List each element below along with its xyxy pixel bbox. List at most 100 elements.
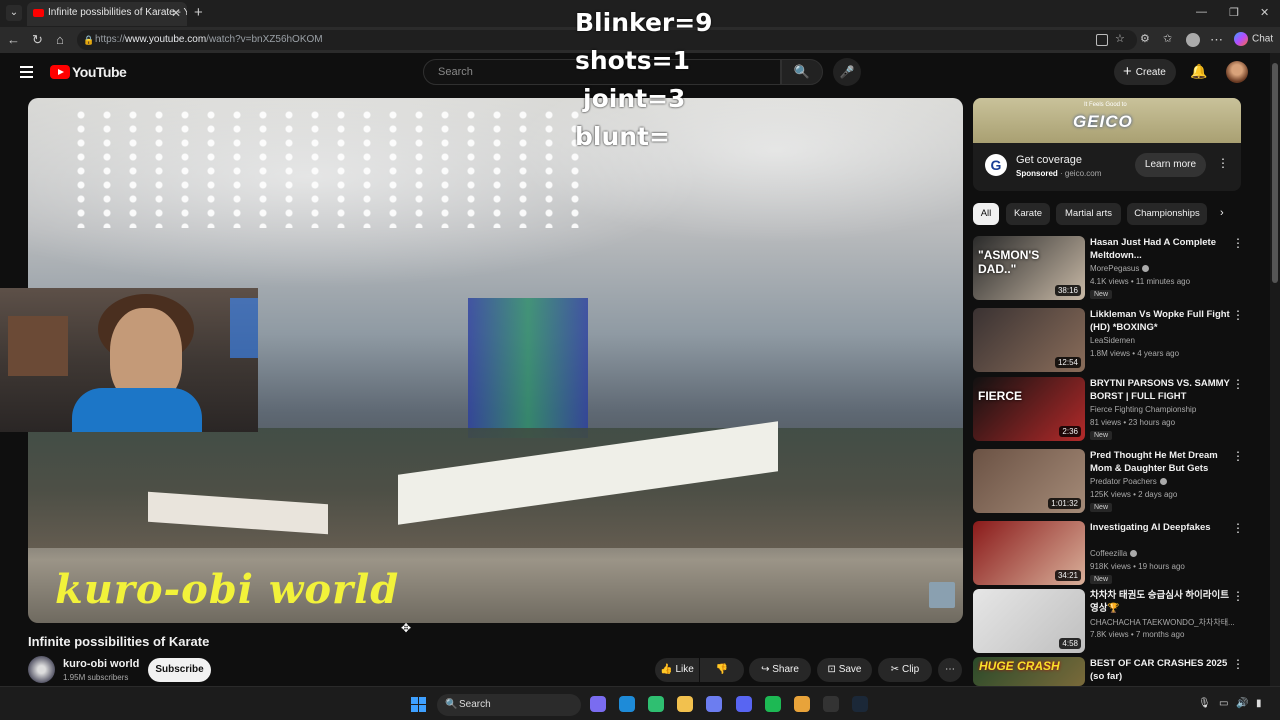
recommendation-title[interactable]: Hasan Just Had A Complete Meltdown... [1090, 236, 1230, 262]
recommendation-channel[interactable]: Predator Poachers [1090, 477, 1167, 486]
more-options-icon[interactable]: ⋮ [1232, 236, 1244, 250]
share-button[interactable]: ↪ Share [749, 658, 811, 682]
extensions-icon[interactable]: ⚙ [1140, 32, 1150, 45]
close-window-icon[interactable]: ✕ [1260, 6, 1269, 19]
chip-all[interactable]: All [973, 203, 999, 225]
minimize-icon[interactable]: — [1196, 6, 1207, 18]
mic-tray-icon[interactable]: 🎙 [1198, 698, 1211, 709]
chip-championships[interactable]: Championships [1127, 203, 1207, 225]
spotify-icon[interactable] [765, 696, 781, 712]
ad-card[interactable]: It Feels Good to GEICO G Get coverage Sp… [973, 98, 1241, 191]
recommendation-title[interactable]: 차차차 태권도 승급심사 하이라이트 영상🏆 [1090, 589, 1230, 615]
ad-brand: GEICO [1073, 112, 1133, 131]
recommendation-channel[interactable]: CHACHACHA TAEKWONDO_차차차태... [1090, 617, 1235, 628]
more-options-icon[interactable]: ⋮ [1232, 449, 1244, 463]
steam-icon[interactable] [852, 696, 868, 712]
recommendation-thumbnail[interactable]: 4:58 [973, 589, 1085, 653]
arena-pillar [468, 298, 588, 438]
volume-icon[interactable]: 🔊 [1236, 698, 1248, 709]
edge-icon[interactable] [619, 696, 635, 712]
account-avatar[interactable] [1226, 61, 1248, 83]
url-prefix: https:// [95, 34, 126, 45]
microsoft-store-icon[interactable] [706, 696, 722, 712]
maximize-icon[interactable]: ❐ [1229, 6, 1239, 19]
create-button[interactable]: + Create [1114, 59, 1176, 85]
recommendation-thumbnail[interactable]: HUGE CRASH [973, 657, 1085, 686]
recommendation-thumbnail[interactable]: 12:54 [973, 308, 1085, 372]
recommendation-thumbnail[interactable]: FIERCE 2:36 [973, 377, 1085, 441]
recommendation-item[interactable]: 4:58 차차차 태권도 승급심사 하이라이트 영상🏆 CHACHACHA TAEK… [973, 589, 1244, 655]
search-button[interactable]: 🔍 [781, 59, 823, 85]
like-button[interactable]: 👍 Like [655, 658, 699, 682]
learn-more-button[interactable]: Learn more [1135, 153, 1206, 177]
profile-icon[interactable] [1186, 33, 1200, 47]
thumbnail-text: FIERCE [978, 389, 1023, 403]
copilot-chat-button[interactable]: Chat [1234, 32, 1273, 46]
page-scrollbar[interactable] [1270, 53, 1280, 686]
recommendation-thumbnail[interactable]: 1:01:32 [973, 449, 1085, 513]
close-tab-icon[interactable]: ✕ [171, 2, 181, 24]
recommendation-item[interactable]: 12:54 Likkleman Vs Wopke Full Fight (HD) … [973, 308, 1244, 374]
recommendation-item[interactable]: HUGE CRASH BEST OF CAR CRASHES 2025 (so f… [973, 657, 1244, 686]
chip-karate[interactable]: Karate [1006, 203, 1050, 225]
channel-avatar[interactable] [28, 656, 55, 683]
more-options-icon[interactable]: ⋮ [1232, 657, 1244, 671]
save-button[interactable]: ⊡ Save [817, 658, 872, 682]
recommendation-channel[interactable]: Coffeezilla [1090, 549, 1138, 558]
notifications-bell-icon[interactable]: 🔔 [1190, 63, 1207, 80]
home-icon[interactable]: ⌂ [56, 32, 64, 47]
more-options-icon[interactable]: ⋮ [1232, 589, 1244, 603]
recommendation-channel[interactable]: LeaSidemen [1090, 336, 1135, 345]
channel-watermark-icon[interactable] [929, 582, 955, 608]
discord-icon[interactable] [736, 696, 752, 712]
channel-name[interactable]: kuro-obi world [63, 658, 139, 670]
chevron-right-icon[interactable]: › [1220, 207, 1224, 219]
more-options-icon[interactable]: ⋮ [1232, 308, 1244, 322]
scrollbar-thumb[interactable] [1272, 63, 1278, 283]
file-explorer-icon[interactable] [677, 696, 693, 712]
back-icon[interactable]: ← [7, 32, 20, 47]
windows-start-icon[interactable] [411, 697, 426, 712]
ad-more-icon[interactable]: ⋮ [1217, 156, 1229, 170]
more-actions-button[interactable]: ⋯ [938, 658, 962, 682]
recommendation-title[interactable]: BRYTNI PARSONS VS. SAMMY BORST | FULL FI… [1090, 377, 1230, 403]
store-icon[interactable] [648, 696, 664, 712]
app-icon[interactable] [794, 696, 810, 712]
more-options-icon[interactable]: ⋮ [1232, 521, 1244, 535]
favorites-icon[interactable]: ✩ [1163, 32, 1172, 45]
recommendation-channel[interactable]: MorePegasus [1090, 264, 1150, 273]
more-menu-icon[interactable]: ⋯ [1210, 32, 1223, 48]
recommendation-title[interactable]: Pred Thought He Met Dream Mom & Daughter… [1090, 449, 1230, 475]
recommendation-item[interactable]: "ASMON'S DAD.." 38:16 Hasan Just Had A Com… [973, 236, 1244, 302]
clip-button[interactable]: ✂ Clip [878, 658, 932, 682]
voice-search-button[interactable]: 🎤 [833, 58, 861, 86]
network-icon[interactable]: ▭ [1219, 698, 1228, 709]
youtube-logo[interactable]: YouTube [50, 65, 127, 79]
app-available-icon[interactable] [1096, 34, 1108, 46]
recommendation-item[interactable]: FIERCE 2:36 BRYTNI PARSONS VS. SAMMY BORST… [973, 377, 1244, 443]
refresh-icon[interactable]: ↻ [32, 32, 43, 48]
taskbar-search[interactable]: 🔍 Search [437, 694, 581, 716]
battery-icon[interactable]: ▮ [1256, 698, 1262, 709]
recommendation-item[interactable]: 34:21 Investigating AI Deepfakes Coffeezil… [973, 521, 1244, 587]
favorite-star-icon[interactable]: ☆ [1115, 32, 1125, 45]
recommendation-title[interactable]: Investigating AI Deepfakes [1090, 521, 1230, 534]
recommendation-thumbnail[interactable]: "ASMON'S DAD.." 38:16 [973, 236, 1085, 300]
subscribe-button[interactable]: Subscribe [148, 658, 211, 682]
game-icon[interactable] [590, 696, 606, 712]
epic-games-icon[interactable] [823, 696, 839, 712]
recommendation-channel[interactable]: Fierce Fighting Championship [1090, 405, 1196, 414]
menu-icon[interactable] [20, 66, 33, 81]
recommendation-title[interactable]: Likkleman Vs Wopke Full Fight (HD) *BOXI… [1090, 308, 1230, 334]
dislike-button[interactable]: 👎 [700, 658, 744, 682]
recommendation-title[interactable]: BEST OF CAR CRASHES 2025 (so far) [1090, 657, 1230, 683]
recommendation-thumbnail[interactable]: 34:21 [973, 521, 1085, 585]
tab-actions-menu[interactable]: ⌄ [6, 5, 22, 21]
browser-tab[interactable]: Infinite possibilities of Karate - YouTu… [27, 2, 187, 26]
new-tab-icon[interactable]: + [194, 4, 203, 21]
youtube-play-icon [50, 65, 70, 79]
chat-label: Chat [1252, 33, 1274, 45]
recommendation-item[interactable]: 1:01:32 Pred Thought He Met Dream Mom & D… [973, 449, 1244, 515]
chip-martial-arts[interactable]: Martial arts [1056, 203, 1121, 225]
more-options-icon[interactable]: ⋮ [1232, 377, 1244, 391]
